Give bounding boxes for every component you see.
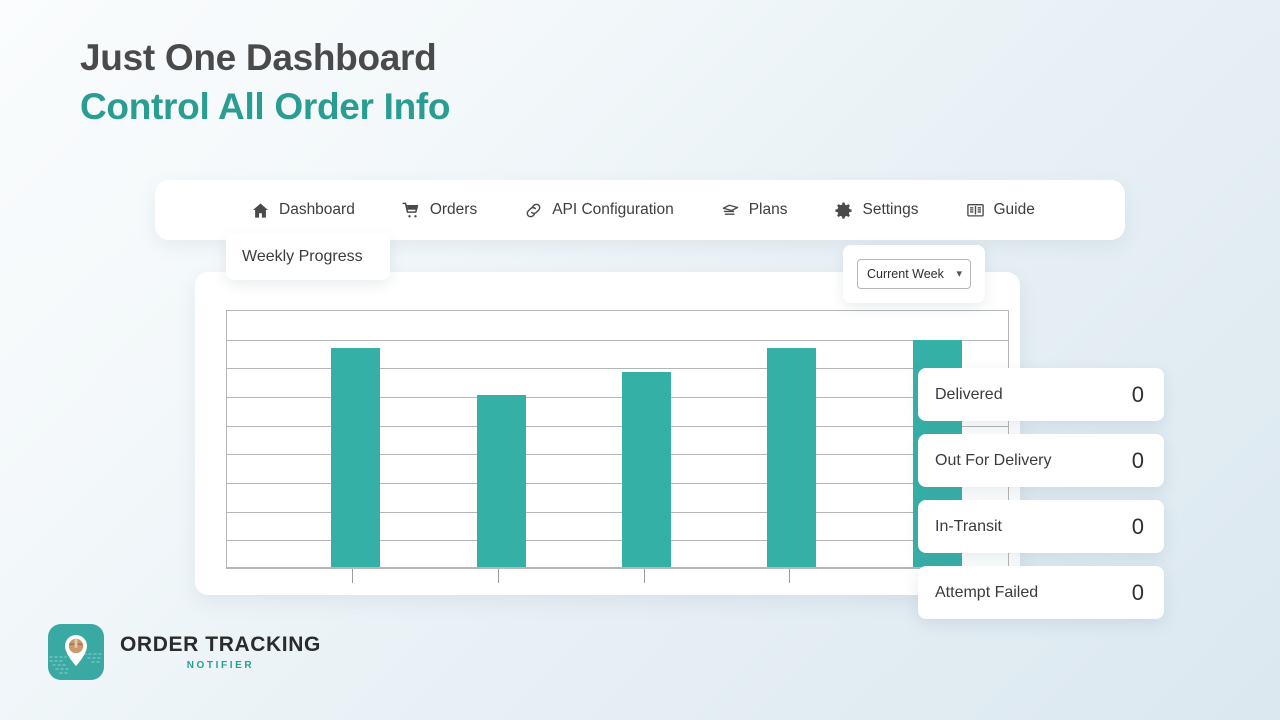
- book-icon: [966, 201, 985, 220]
- page-title: Just One Dashboard Control All Order Inf…: [80, 36, 451, 128]
- stat-card[interactable]: Out For Delivery 0: [918, 434, 1164, 487]
- chart-x-tick: [644, 569, 645, 583]
- promo-screenshot: Just One Dashboard Control All Order Inf…: [0, 0, 1280, 720]
- nav-item-settings[interactable]: Settings: [834, 201, 919, 220]
- nav-item-api-configuration[interactable]: API Configuration: [524, 201, 674, 220]
- week-selector-card: Current Week ▾: [843, 245, 985, 303]
- nav-item-plans[interactable]: Plans: [721, 201, 788, 220]
- home-icon: [251, 201, 270, 220]
- chart-x-tick: [352, 569, 353, 583]
- stat-card-label: Out For Delivery: [935, 451, 1052, 469]
- nav-item-label: Settings: [862, 201, 919, 218]
- brand-logo: ORDER TRACKING NOTIFIER: [48, 624, 321, 680]
- chart-x-tick: [789, 569, 790, 583]
- map-pin-package-icon: [48, 624, 104, 680]
- stat-card-value: 0: [1131, 579, 1144, 605]
- stat-card-value: 0: [1131, 381, 1144, 407]
- stat-card-label: Delivered: [935, 385, 1003, 403]
- chart-axis-line: [226, 568, 1009, 569]
- headline-line-2: Control All Order Info: [80, 85, 451, 127]
- gear-icon: [834, 201, 853, 220]
- shopping-cart-icon: [402, 201, 421, 220]
- nav-item-orders[interactable]: Orders: [402, 201, 477, 220]
- nav-item-dashboard[interactable]: Dashboard: [251, 201, 355, 220]
- stat-card-value: 0: [1131, 447, 1144, 473]
- link-icon: [524, 201, 543, 220]
- nav-item-label: Plans: [748, 201, 788, 218]
- chart-plot-area: [226, 310, 1009, 568]
- nav-item-label: Dashboard: [279, 201, 355, 218]
- chart-bar[interactable]: [331, 348, 380, 567]
- chart-gridline: [227, 340, 1008, 341]
- stat-card[interactable]: Attempt Failed 0: [918, 566, 1164, 619]
- stat-card-label: Attempt Failed: [935, 583, 1039, 601]
- week-select-value: Current Week: [867, 267, 944, 281]
- layers-icon: [721, 201, 740, 220]
- stat-card[interactable]: Delivered 0: [918, 368, 1164, 421]
- top-navigation-bar: Dashboard Orders API Configuration Plans…: [155, 180, 1125, 240]
- stat-card[interactable]: In-Transit 0: [918, 500, 1164, 553]
- headline-line-1: Just One Dashboard: [80, 37, 437, 78]
- nav-item-label: API Configuration: [552, 201, 674, 218]
- nav-item-label: Guide: [993, 201, 1035, 218]
- weekly-progress-title-card: Weekly Progress: [226, 233, 390, 280]
- brand-logo-text: ORDER TRACKING NOTIFIER: [120, 633, 321, 671]
- week-select[interactable]: Current Week ▾: [857, 259, 971, 289]
- chart-bar[interactable]: [622, 372, 671, 567]
- chart-x-tick: [498, 569, 499, 583]
- weekly-progress-chart: [226, 310, 1009, 568]
- section-title: Weekly Progress: [242, 247, 363, 265]
- nav-item-guide[interactable]: Guide: [966, 201, 1035, 220]
- nav-item-label: Orders: [429, 201, 478, 218]
- chart-bar[interactable]: [477, 395, 526, 567]
- chevron-updown-icon: ▾: [956, 267, 962, 280]
- brand-name: ORDER TRACKING: [120, 632, 321, 656]
- brand-tagline: NOTIFIER: [186, 660, 255, 672]
- stat-card-label: In-Transit: [935, 517, 1002, 535]
- stat-card-value: 0: [1131, 513, 1144, 539]
- chart-bar[interactable]: [767, 348, 816, 567]
